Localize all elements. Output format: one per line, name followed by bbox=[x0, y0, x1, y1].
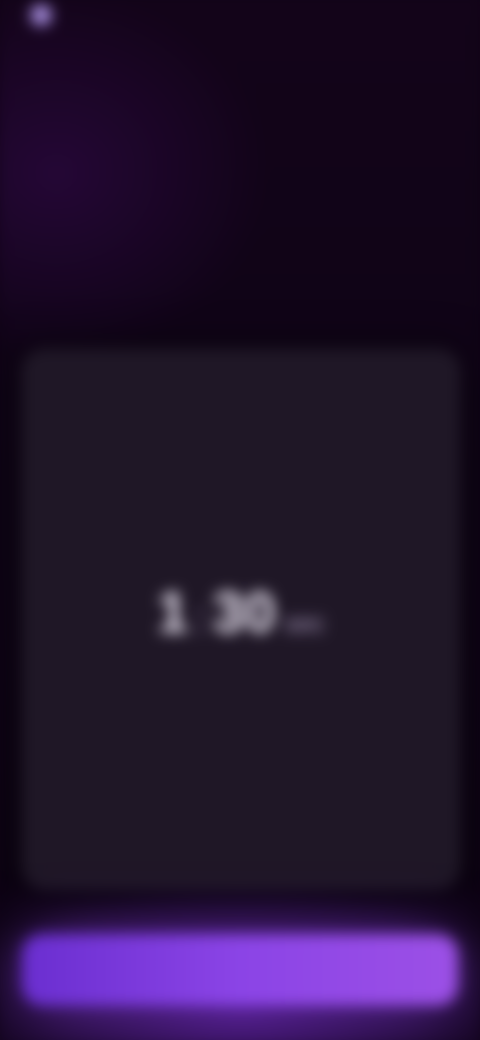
primary-cta-button[interactable] bbox=[21, 934, 459, 1006]
countdown-timer: 1:30 sec bbox=[22, 579, 461, 645]
app-logo bbox=[29, 3, 63, 27]
screen: 1:30 sec bbox=[0, 0, 480, 1040]
timer-seconds: 30 bbox=[212, 580, 276, 645]
logo-icon bbox=[29, 3, 53, 27]
timer-card: 1:30 sec bbox=[21, 348, 461, 890]
timer-minutes: 1 bbox=[156, 580, 189, 645]
timer-separator: : bbox=[194, 596, 207, 642]
timer-unit: sec bbox=[283, 607, 326, 639]
top-nav bbox=[0, 61, 480, 90]
